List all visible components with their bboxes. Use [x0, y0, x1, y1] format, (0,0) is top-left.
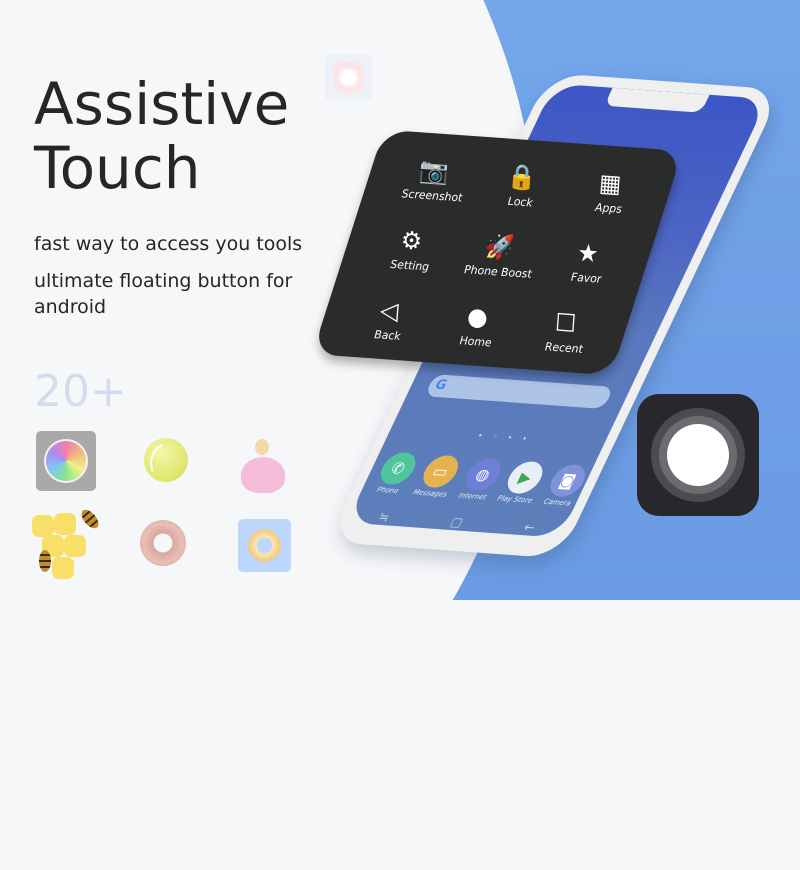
apps-grid-icon: ▦ — [598, 167, 623, 198]
camera-icon: ◙ — [544, 463, 591, 498]
google-search-bar[interactable]: G — [424, 374, 615, 409]
honeycomb-bees-theme — [24, 505, 114, 590]
page-indicator: • ◦ • • — [475, 431, 533, 444]
dock-app-label: Phone — [375, 485, 401, 496]
google-logo-icon: G — [432, 377, 450, 394]
menu-item-label: Favor — [570, 270, 602, 286]
messages-icon: ▭ — [417, 454, 464, 489]
menu-item-phone-boost[interactable]: 🚀 Phone Boost — [452, 217, 545, 294]
phone-icon: ✆ — [375, 451, 422, 486]
menu-item-label: Back — [373, 327, 402, 343]
back-triangle-icon: ◁ — [379, 295, 400, 325]
subtitle-2: ultimate floating button for android — [34, 270, 293, 318]
recent-square-icon: ☐ — [554, 307, 578, 338]
dock-app-label: Internet — [457, 491, 488, 502]
menu-item-label: Apps — [594, 200, 623, 216]
app-dock: ✆ Phone ▭ Messages ◍ Internet ▶ Play Sto… — [366, 451, 594, 508]
assistive-touch-button[interactable] — [637, 394, 759, 516]
menu-item-screenshot[interactable]: 📷 Screenshot — [387, 140, 480, 217]
flower-of-life-theme — [36, 431, 96, 491]
dock-app-label: Play Store — [495, 494, 535, 505]
menu-item-back[interactable]: ◁ Back — [342, 280, 435, 357]
back-nav-icon[interactable]: ← — [521, 520, 537, 535]
menu-item-apps[interactable]: ▦ Apps — [563, 153, 656, 230]
dock-app-label: Camera — [542, 497, 573, 508]
home-nav-icon[interactable]: ▢ — [448, 515, 466, 530]
faint-theme-icon — [325, 54, 372, 101]
donut-theme — [140, 520, 186, 566]
menu-item-label: Phone Boost — [463, 262, 533, 281]
menu-item-label: Recent — [544, 339, 584, 356]
internet-icon: ◍ — [459, 457, 506, 492]
themes-count: 20+ — [34, 366, 127, 417]
android-nav-bar: ≒ ▢ ← — [376, 510, 538, 535]
star-icon: ★ — [576, 237, 600, 268]
dock-app-label: Messages — [411, 488, 449, 499]
subtitle-1: fast way to access you tools — [34, 233, 303, 255]
menu-item-setting[interactable]: ⚙ Setting — [364, 210, 457, 287]
menu-item-label: Lock — [507, 194, 534, 210]
home-circle-icon: ● — [466, 301, 489, 332]
menu-item-label: Screenshot — [401, 186, 463, 205]
camera-plus-icon: 📷 — [418, 155, 450, 186]
button-center-circle — [667, 424, 729, 486]
menu-item-recent[interactable]: ☐ Recent — [518, 293, 611, 370]
menu-item-label: Setting — [389, 257, 430, 274]
menu-item-lock[interactable]: 🔒 Lock — [475, 147, 568, 224]
title-line-1: Assistive — [34, 70, 290, 138]
title-line-2: Touch — [34, 134, 201, 202]
tennis-ball-theme — [144, 438, 188, 482]
princess-theme — [235, 433, 291, 497]
menu-item-favor[interactable]: ★ Favor — [541, 223, 634, 300]
phone-notch — [604, 87, 710, 113]
play-store-icon: ▶ — [502, 460, 549, 495]
gear-icon: ⚙ — [399, 225, 424, 256]
lock-icon: 🔒 — [506, 161, 538, 192]
menu-item-label: Home — [459, 333, 493, 349]
orange-ring-theme — [238, 519, 291, 572]
rocket-icon: 🚀 — [484, 231, 516, 262]
menu-item-home[interactable]: ● Home — [430, 286, 523, 363]
hero-title: Assistive Touch — [34, 72, 289, 200]
recents-nav-icon[interactable]: ≒ — [376, 510, 392, 525]
